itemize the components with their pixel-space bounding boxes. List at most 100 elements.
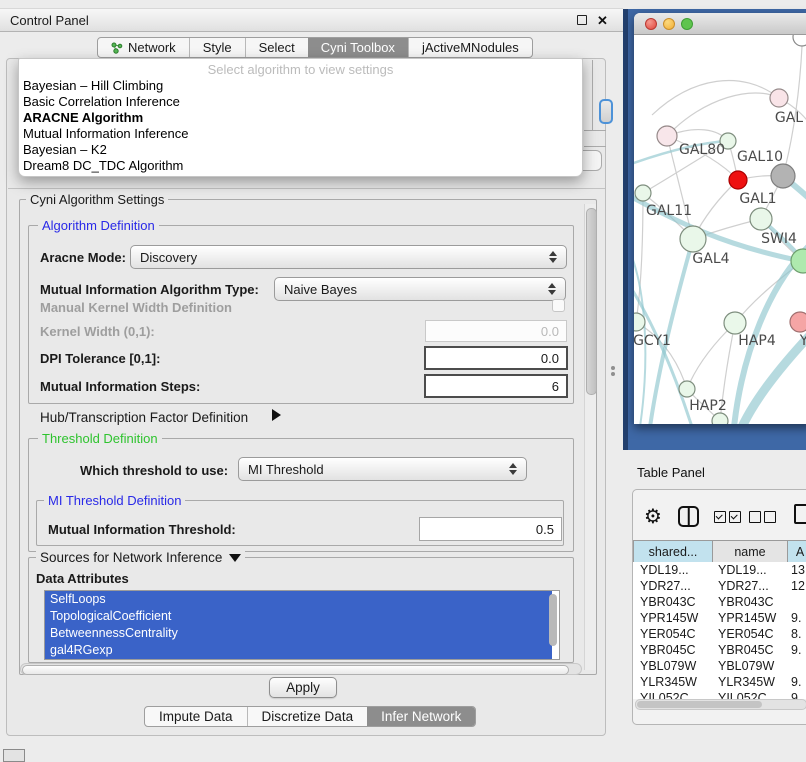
tab-select-label: Select <box>259 40 295 55</box>
network-window-titlebar[interactable] <box>634 13 806 35</box>
deselect-all-columns-icon[interactable] <box>749 511 776 523</box>
gear-icon[interactable]: ⚙ <box>644 506 662 526</box>
tab-impute-data[interactable]: Impute Data <box>145 707 247 726</box>
cell: YBR043C <box>711 594 785 610</box>
node-gal1-selected[interactable] <box>729 171 747 189</box>
table-row[interactable]: YBR043CYBR043C <box>633 594 806 610</box>
table-hscrollbar-thumb[interactable] <box>637 701 762 708</box>
manual-kernel-checkbox[interactable] <box>552 299 565 312</box>
tab-discretize-data[interactable]: Discretize Data <box>247 707 368 726</box>
table-row[interactable]: YPR145WYPR145W9. <box>633 610 806 626</box>
mi-threshold-field[interactable]: 0.5 <box>419 517 562 541</box>
attribute-item-selected[interactable]: TopologicalCoefficient <box>45 608 552 625</box>
table-row[interactable]: YDR27...YDR27...12 <box>633 578 806 594</box>
select-all-columns-icon[interactable] <box>714 511 741 523</box>
node-right-pink[interactable] <box>790 312 806 332</box>
apply-button[interactable]: Apply <box>269 677 337 698</box>
tab-style-label: Style <box>203 40 232 55</box>
node-swi4[interactable] <box>750 208 772 230</box>
network-canvas[interactable]: GAL GAL80 GAL10 GAL1 GAL11 SWI4 GAL4 GCY… <box>634 35 806 424</box>
close-window-icon[interactable] <box>645 18 657 30</box>
cell: 9. <box>785 674 806 690</box>
dropdown-item[interactable]: Bayesian – Hill Climbing <box>23 78 163 94</box>
table-body: YDL19...YDL19...13 YDR27...YDR27...12 YB… <box>633 562 806 699</box>
dropdown-item[interactable]: Mutual Information Inference <box>23 126 188 142</box>
node-unlabeled[interactable] <box>793 35 806 46</box>
settings-scrollbar-thumb[interactable] <box>586 208 597 395</box>
node-gray[interactable] <box>771 164 795 188</box>
dropdown-item[interactable]: Bayesian – K2 <box>23 142 107 158</box>
node-gal2[interactable] <box>770 89 788 107</box>
node-bottom[interactable] <box>712 413 728 424</box>
column-header-name[interactable]: name <box>713 540 788 564</box>
column-header-label: A <box>796 545 804 559</box>
attribute-item-selected[interactable]: gal4RGexp <box>45 642 552 659</box>
dropdown-item[interactable]: Basic Correlation Inference <box>23 94 180 110</box>
document-icon[interactable] <box>794 504 806 524</box>
column-header-partial[interactable]: A <box>788 540 806 564</box>
algorithm-definition-title: Algorithm Definition <box>38 218 159 233</box>
close-panel-icon[interactable]: ✕ <box>597 13 608 29</box>
node-label: GAL80 <box>679 142 725 158</box>
node-hap4[interactable] <box>724 312 746 334</box>
aracne-mode-select[interactable]: Discovery <box>130 245 567 269</box>
tab-discretize-data-label: Discretize Data <box>262 709 354 724</box>
kernel-width-value: 0.0 <box>541 324 559 339</box>
attribute-list-scrollbar-thumb[interactable] <box>549 594 557 646</box>
float-panel-icon[interactable] <box>577 15 587 25</box>
minimize-window-icon[interactable] <box>663 18 675 30</box>
tab-jactivemnodules[interactable]: jActiveMNodules <box>408 38 532 57</box>
settings-hscrollbar-thumb[interactable] <box>22 665 569 675</box>
table-row[interactable]: YBR045CYBR045C9. <box>633 642 806 658</box>
node-gal11[interactable] <box>635 185 651 201</box>
desktop-shadow-strip <box>623 9 628 450</box>
node-gal4[interactable] <box>680 226 706 252</box>
tab-style[interactable]: Style <box>189 38 245 57</box>
kernel-width-field[interactable]: 0.0 <box>425 320 567 342</box>
tab-select[interactable]: Select <box>245 38 308 57</box>
table-horizontal-scrollbar[interactable] <box>635 699 806 710</box>
attribute-item-selected[interactable]: BetweennessCentrality <box>45 625 552 642</box>
tab-cyni-toolbox[interactable]: Cyni Toolbox <box>308 38 408 57</box>
table-row[interactable]: YBL079WYBL079W <box>633 658 806 674</box>
settings-vertical-scrollbar[interactable] <box>584 204 596 670</box>
cell: YDR27... <box>711 578 785 594</box>
cell: YDL19... <box>711 562 785 578</box>
sources-group-title[interactable]: Sources for Network Inference <box>36 550 245 565</box>
table-row[interactable]: YLR345WYLR345W9. <box>633 674 806 690</box>
dropdown-item-aracne[interactable]: ARACNE Algorithm <box>23 110 143 126</box>
splitter-handle[interactable] <box>611 366 615 370</box>
splitter-handle[interactable] <box>611 372 615 376</box>
which-threshold-select[interactable]: MI Threshold <box>238 457 527 481</box>
tab-infer-network[interactable]: Infer Network <box>367 707 475 726</box>
node-hap2[interactable] <box>679 381 695 397</box>
mi-threshold-label: Mutual Information Threshold: <box>48 522 236 537</box>
settings-horizontal-scrollbar[interactable] <box>20 663 582 675</box>
cell: 12 <box>785 578 806 594</box>
attribute-item-selected[interactable]: SelfLoops <box>45 591 552 608</box>
cell: YIL052C <box>633 690 711 699</box>
zoom-window-icon[interactable] <box>681 18 693 30</box>
expand-arrow-icon[interactable] <box>272 409 281 421</box>
column-header-shared-name[interactable]: shared... <box>633 540 713 564</box>
tab-network[interactable]: Network <box>98 38 189 57</box>
table-row[interactable]: YER054CYER054C8. <box>633 626 806 642</box>
collapsed-panel-button[interactable] <box>3 749 25 762</box>
table-row[interactable]: YDL19...YDL19...13 <box>633 562 806 578</box>
tab-cyni-toolbox-label: Cyni Toolbox <box>321 40 395 55</box>
cell: YLR345W <box>711 674 785 690</box>
column-view-icon[interactable] <box>678 506 699 527</box>
dropdown-item[interactable]: Dream8 DC_TDC Algorithm <box>23 158 183 174</box>
bottom-tabbar: Impute Data Discretize Data Infer Networ… <box>144 706 476 727</box>
dpi-tolerance-field[interactable]: 0.0 <box>424 346 568 370</box>
hub-definition-toggle-label[interactable]: Hub/Transcription Factor Definition <box>40 410 248 425</box>
manual-kernel-label: Manual Kernel Width Definition <box>40 300 232 315</box>
mi-algorithm-type-select[interactable]: Naive Bayes <box>274 277 566 301</box>
mi-steps-field[interactable]: 6 <box>424 374 568 398</box>
stepper-icon <box>549 251 557 263</box>
node-gal80[interactable] <box>657 126 677 146</box>
node-label: GAL1 <box>739 191 776 207</box>
table-row[interactable]: YIL052CYIL052C9 <box>633 690 806 699</box>
collapse-arrow-icon <box>229 554 241 562</box>
control-panel-title: Control Panel <box>10 13 89 28</box>
